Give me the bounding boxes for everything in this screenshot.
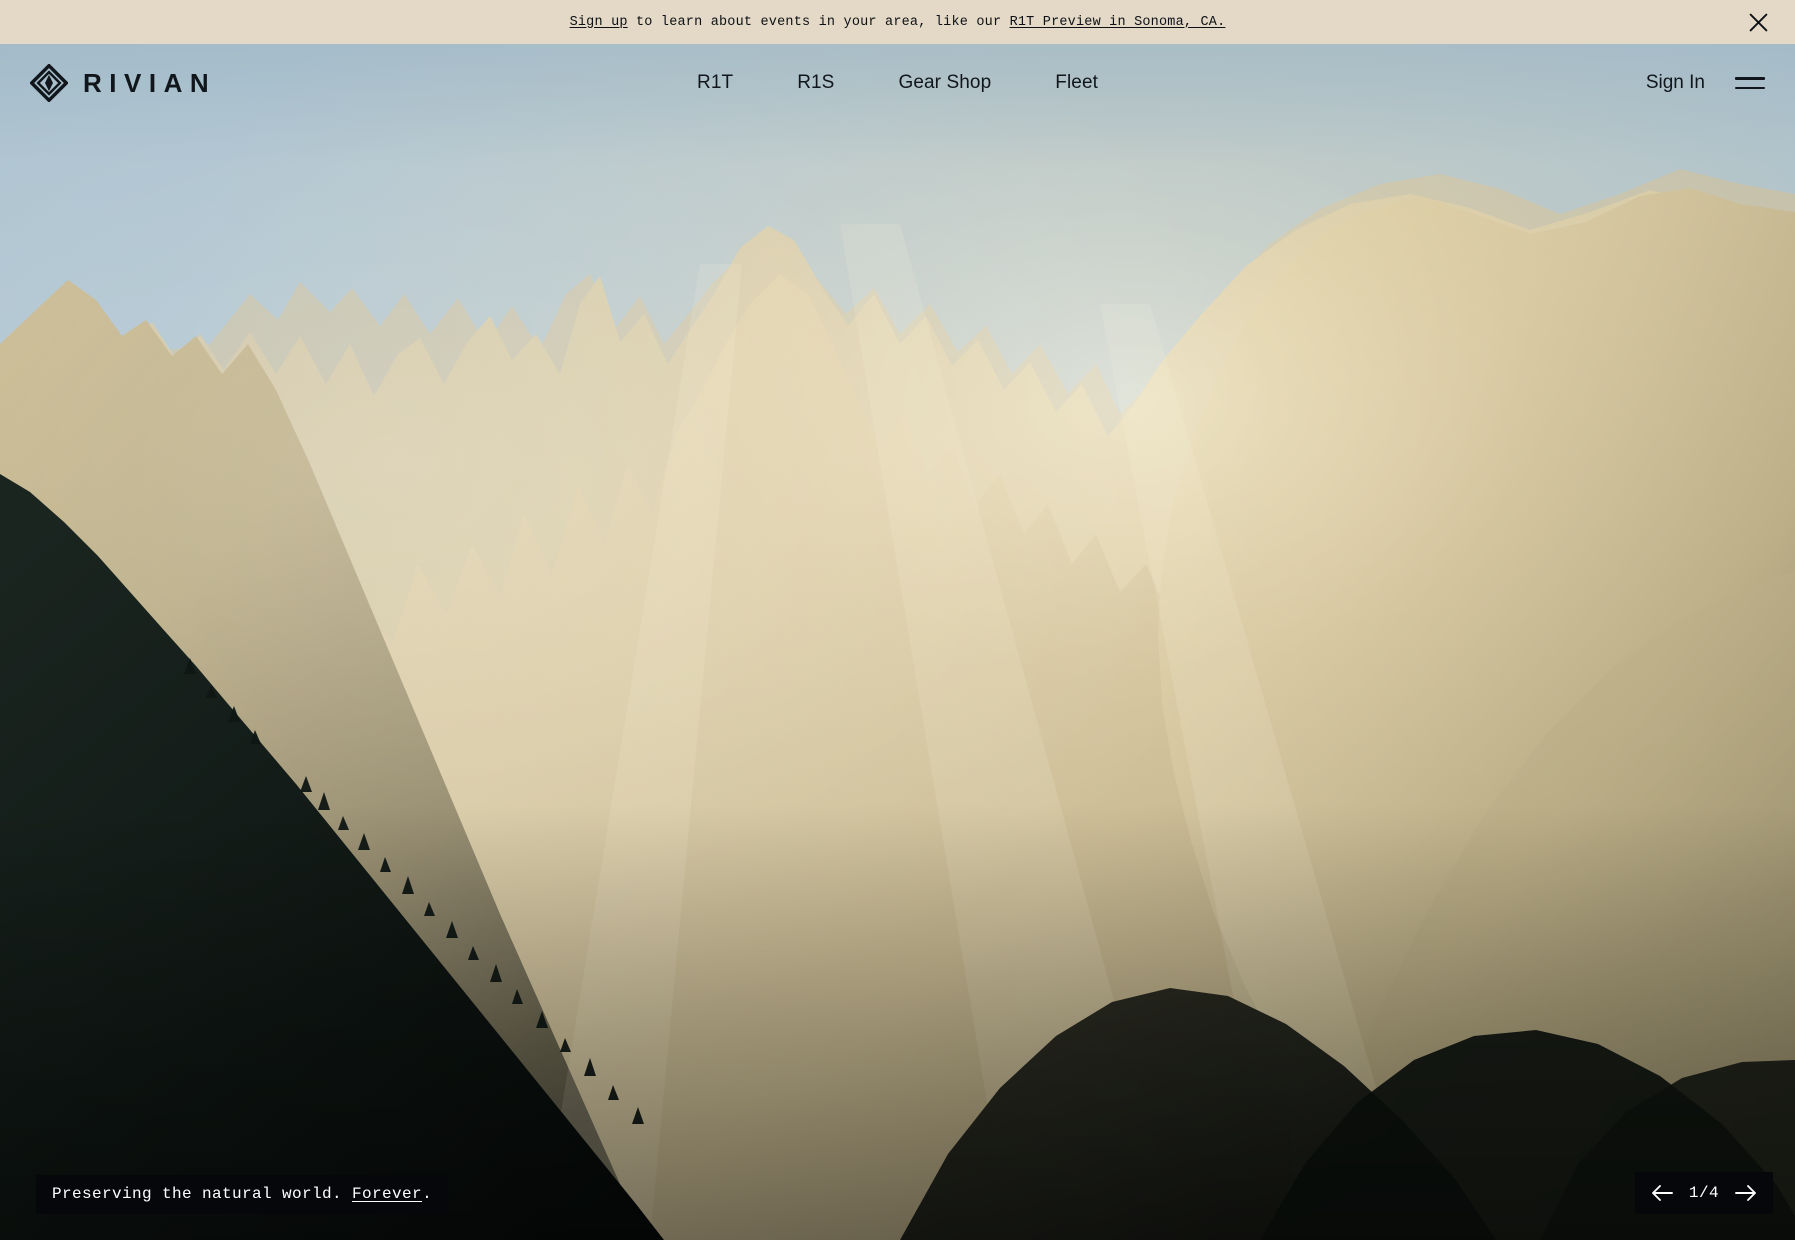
carousel-next-button[interactable] [1731, 1178, 1761, 1208]
promo-middle-text: to learn about events in your area, like… [627, 14, 1010, 30]
page-root: Sign up to learn about events in your ar… [0, 0, 1795, 1240]
promo-banner: Sign up to learn about events in your ar… [0, 0, 1795, 44]
caption-suffix-text: . [422, 1185, 433, 1203]
promo-close-button[interactable] [1743, 7, 1773, 37]
hero-background-photo [0, 44, 1795, 1240]
carousel-counter: 1/4 [1688, 1184, 1720, 1202]
promo-event-link[interactable]: R1T Preview in Sonoma, CA. [1010, 15, 1226, 30]
hero-caption-text: Preserving the natural world. Forever. [52, 1185, 432, 1203]
hamburger-menu-icon[interactable] [1735, 72, 1765, 94]
rivian-diamond-logo-icon [30, 64, 68, 102]
main-navigation: R1T R1S Gear Shop Fleet [665, 64, 1130, 102]
caption-lead-text: Preserving the natural world. [52, 1185, 353, 1203]
nav-item-r1s[interactable]: R1S [765, 64, 866, 102]
hero-caption: Preserving the natural world. Forever. [36, 1175, 449, 1214]
header-actions: Sign In [1646, 72, 1765, 94]
rivian-logo[interactable]: RIVIAN [30, 64, 216, 102]
promo-banner-text: Sign up to learn about events in your ar… [570, 15, 1226, 30]
carousel-prev-button[interactable] [1647, 1178, 1677, 1208]
nav-item-gear-shop[interactable]: Gear Shop [866, 64, 1023, 102]
site-header: RIVIAN R1T R1S Gear Shop Fleet Sign In [0, 44, 1795, 122]
rivian-wordmark: RIVIAN [83, 68, 217, 98]
hamburger-line-bottom [1735, 86, 1765, 89]
sign-in-link[interactable]: Sign In [1646, 72, 1705, 94]
hero-slide: Preserving the natural world. Forever. 1… [0, 44, 1795, 1240]
caption-forever-link[interactable]: Forever [352, 1185, 422, 1203]
close-icon [1749, 13, 1768, 32]
nav-item-fleet[interactable]: Fleet [1023, 64, 1130, 102]
arrow-left-icon [1650, 1183, 1674, 1203]
hamburger-line-top [1735, 77, 1765, 80]
nav-item-r1t[interactable]: R1T [665, 64, 765, 102]
carousel-controls: 1/4 [1635, 1172, 1773, 1214]
arrow-right-icon [1734, 1183, 1758, 1203]
promo-signup-link[interactable]: Sign up [570, 15, 628, 30]
